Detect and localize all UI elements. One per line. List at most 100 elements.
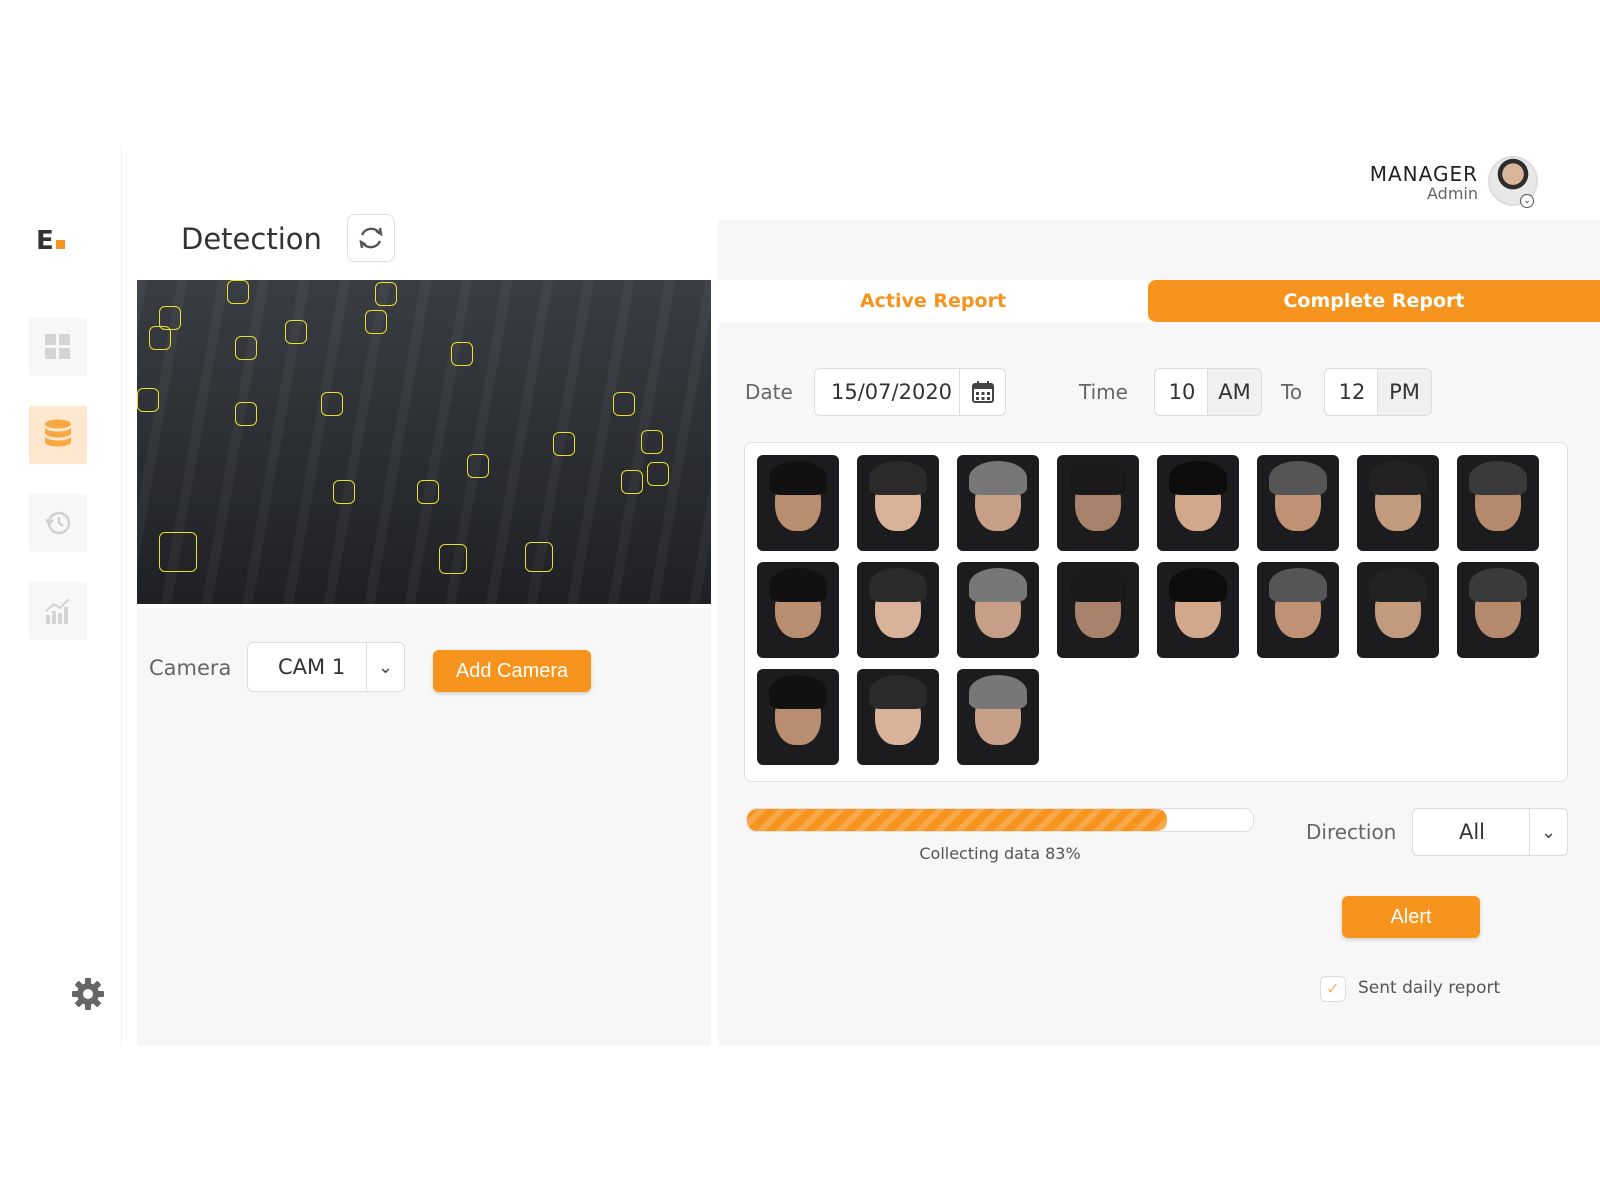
time-to-field[interactable]: 12 PM [1324, 368, 1432, 416]
time-from-period[interactable]: AM [1207, 369, 1261, 415]
face-hair [1069, 568, 1127, 602]
face-detection-box [333, 480, 355, 504]
face-hair [869, 461, 927, 495]
time-label: Time [1079, 380, 1128, 404]
face-thumbnail[interactable] [757, 562, 839, 658]
detected-faces-gallery [744, 442, 1568, 782]
page-title: Detection [181, 222, 322, 256]
face-hair [1269, 461, 1327, 495]
face-thumbnail[interactable] [1257, 455, 1339, 551]
face-hair [1469, 568, 1527, 602]
face-thumbnail[interactable] [1357, 562, 1439, 658]
app-window: E MANAGER Admin ⌄ Detection Camera CAM 1… [0, 146, 1600, 1046]
history-icon [45, 511, 71, 535]
face-detection-box [613, 392, 635, 416]
refresh-button[interactable] [347, 214, 395, 262]
face-hair [1369, 461, 1427, 495]
face-thumbnail[interactable] [857, 455, 939, 551]
user-info: MANAGER Admin [1370, 162, 1478, 203]
sidebar: E [0, 146, 122, 1046]
face-thumbnail[interactable] [757, 669, 839, 765]
face-detection-box [235, 336, 257, 360]
face-hair [1469, 461, 1527, 495]
camera-label: Camera [149, 656, 232, 680]
calendar-icon[interactable] [959, 369, 1005, 415]
nav-analytics[interactable] [29, 582, 87, 640]
time-to-hour[interactable]: 12 [1325, 369, 1379, 415]
face-thumbnail[interactable] [1357, 455, 1439, 551]
face-thumbnail[interactable] [1257, 562, 1339, 658]
tab-complete-report[interactable]: Complete Report [1148, 280, 1600, 322]
face-thumbnail[interactable] [1057, 455, 1139, 551]
nav-history[interactable] [29, 494, 87, 552]
camera-select-value: CAM 1 [278, 655, 346, 679]
detection-panel: Detection Camera CAM 1 ⌄ Add Camera [137, 210, 711, 1046]
date-label: Date [745, 380, 793, 404]
face-detection-box [321, 392, 343, 416]
add-camera-button[interactable]: Add Camera [433, 650, 591, 692]
user-role: Admin [1427, 184, 1478, 203]
direction-select[interactable]: All ⌄ [1412, 808, 1568, 856]
face-detection-box [439, 544, 467, 574]
face-detection-box [235, 402, 257, 426]
face-thumbnail[interactable] [957, 669, 1039, 765]
nav-dashboard[interactable] [29, 318, 87, 376]
face-hair [869, 568, 927, 602]
time-to-period[interactable]: PM [1377, 369, 1431, 415]
face-hair [1169, 568, 1227, 602]
settings-gear-icon[interactable] [70, 976, 106, 1012]
face-thumbnail[interactable] [1157, 562, 1239, 658]
camera-controls: Camera CAM 1 ⌄ Add Camera [137, 608, 711, 1046]
face-detection-box [159, 306, 181, 330]
tab-active-report[interactable]: Active Report [718, 280, 1148, 322]
chevron-down-icon[interactable]: ⌄ [366, 643, 404, 691]
face-detection-box [647, 462, 669, 486]
date-value: 15/07/2020 [831, 380, 953, 404]
face-hair [869, 675, 927, 709]
face-hair [1069, 461, 1127, 495]
nav-database[interactable] [29, 406, 87, 464]
face-thumbnail[interactable] [1457, 562, 1539, 658]
face-detection-box [227, 280, 249, 304]
time-from-hour[interactable]: 10 [1155, 369, 1209, 415]
direction-value: All [1458, 820, 1486, 844]
face-thumbnail[interactable] [957, 562, 1039, 658]
top-header: MANAGER Admin ⌄ [122, 146, 1600, 220]
face-detection-box [621, 470, 643, 494]
face-hair [1269, 568, 1327, 602]
dashboard-grid-icon [45, 334, 70, 359]
user-name: MANAGER [1369, 162, 1478, 186]
progress-text: Collecting data 83% [919, 844, 1081, 863]
analytics-chart-icon [45, 598, 70, 624]
avatar-chevron-down-icon[interactable]: ⌄ [1520, 194, 1534, 208]
time-from-field[interactable]: 10 AM [1154, 368, 1262, 416]
face-detection-box [285, 320, 307, 344]
daily-report-label: Sent daily report [1358, 978, 1501, 998]
face-detection-box [365, 310, 387, 334]
date-field[interactable]: 15/07/2020 [814, 368, 1006, 416]
face-hair [769, 675, 827, 709]
face-thumbnail[interactable] [857, 669, 939, 765]
to-label: To [1281, 380, 1303, 404]
face-thumbnail[interactable] [757, 455, 839, 551]
alert-button[interactable]: Alert [1342, 896, 1480, 938]
app-logo: E [36, 226, 65, 256]
face-thumbnail[interactable] [1057, 562, 1139, 658]
face-detection-box [375, 282, 397, 306]
face-detection-box [525, 542, 553, 572]
chevron-down-icon[interactable]: ⌄ [1529, 809, 1567, 855]
face-thumbnail[interactable] [1457, 455, 1539, 551]
camera-feed-view[interactable] [137, 280, 711, 604]
face-detection-box [417, 480, 439, 504]
face-detection-box [451, 342, 473, 366]
camera-select[interactable]: CAM 1 ⌄ [247, 642, 405, 692]
face-thumbnail[interactable] [857, 562, 939, 658]
face-thumbnail[interactable] [1157, 455, 1239, 551]
direction-label: Direction [1306, 820, 1397, 844]
database-icon [45, 419, 71, 447]
daily-report-checkbox[interactable]: ✓ [1320, 976, 1346, 1002]
face-detection-box [159, 532, 197, 572]
face-thumbnail[interactable] [957, 455, 1039, 551]
progress-bar-fill [747, 809, 1167, 831]
crowd-video-frame [137, 280, 711, 604]
